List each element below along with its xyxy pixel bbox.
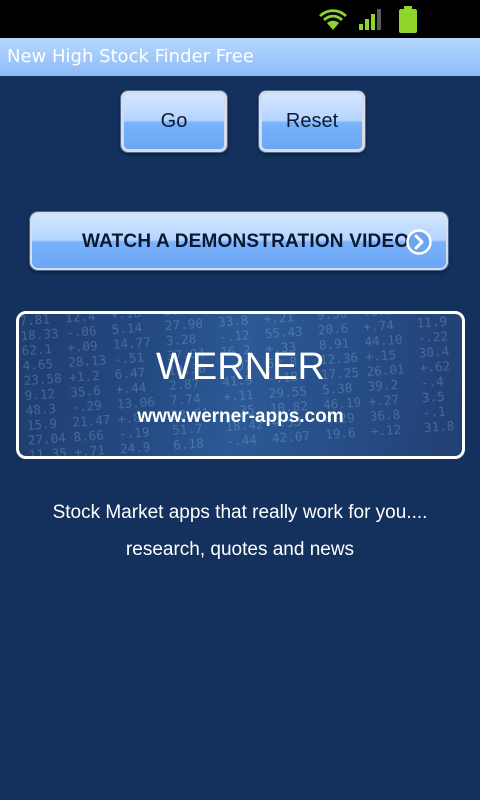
- watch-demo-video-button[interactable]: WATCH A DEMONSTRATION VIDEO: [30, 212, 448, 270]
- werner-banner[interactable]: 7.81 12.4 +.18 31.02 -.45 8.12 46.7 22.3…: [16, 311, 465, 459]
- watch-demo-video-label: WATCH A DEMONSTRATION VIDEO: [82, 231, 410, 252]
- signal-icon: [359, 9, 381, 30]
- reset-button[interactable]: Reset: [259, 91, 365, 152]
- app-title-bar: New High Stock Finder Free: [0, 38, 480, 76]
- banner-url[interactable]: www.werner-apps.com: [19, 406, 462, 428]
- arrow-right-circle-icon: [406, 229, 432, 255]
- battery-icon: [399, 6, 417, 33]
- tagline-line-1: Stock Market apps that really work for y…: [52, 502, 428, 523]
- status-bar: [0, 0, 480, 38]
- go-button[interactable]: Go: [121, 91, 227, 152]
- app-title: New High Stock Finder Free: [7, 46, 254, 67]
- banner-title: WERNER: [156, 346, 325, 388]
- wifi-icon: [319, 9, 347, 30]
- tagline-line-2: research, quotes and news: [125, 539, 355, 560]
